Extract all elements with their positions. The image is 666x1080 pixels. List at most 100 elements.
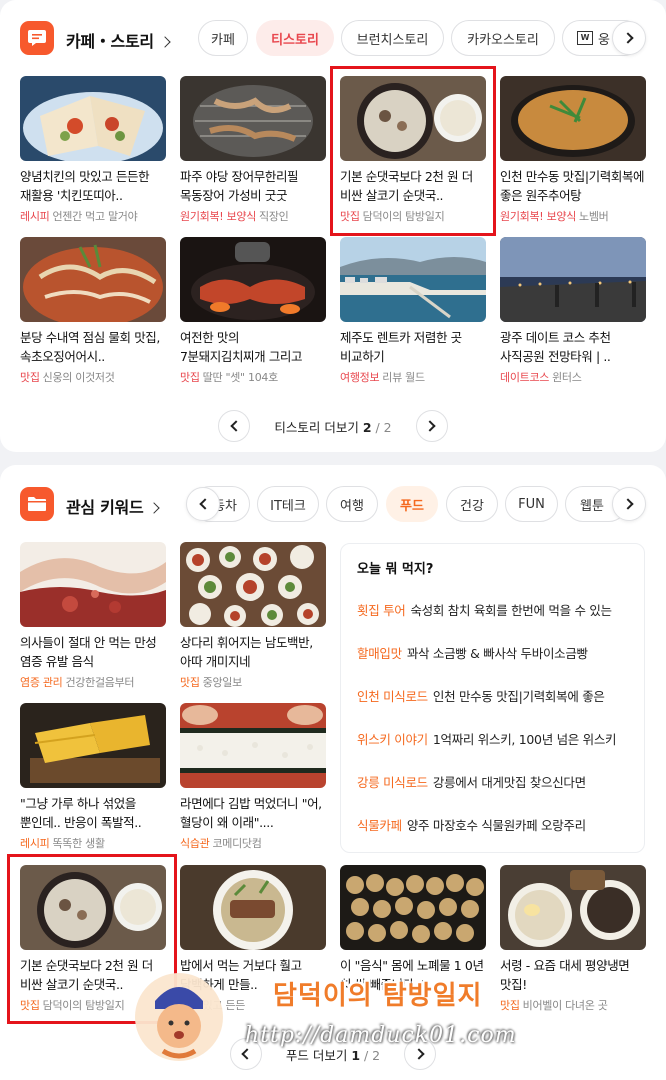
item-category: 식습관 (180, 837, 210, 850)
list-item[interactable]: 라면에다 김밥 먹었더니 "어, 혈당이 왜 이래".... 식습관 코메디닷컴 (180, 703, 326, 851)
item-source: 노벰버 (579, 210, 609, 223)
thumbnail (500, 237, 646, 322)
thumbnail (340, 865, 486, 950)
panel-keyword: 인천 미식로드 (357, 689, 428, 704)
item-category: 레시피 (20, 837, 50, 850)
item-meta: 레시피 언젠간 먹고 말거야 (20, 208, 166, 224)
item-title: 상다리 휘어지는 남도백반, 아따 개미지네 (180, 635, 313, 669)
item-category: 맛집 (180, 676, 200, 689)
panel-text: 숙성회 참치 육회를 한번에 먹을 수 있는 (410, 603, 612, 618)
section-title[interactable]: 카페・스토리 (66, 28, 171, 52)
more-link[interactable]: 티스토리 더보기 2 / 2 (274, 417, 391, 436)
panel-title: 오늘 뭐 먹지? (357, 562, 434, 577)
item-source: 코메디닷컴 (212, 837, 262, 850)
item-source: 리뷰 월드 (382, 371, 425, 384)
tab-cafe[interactable]: 카페 (198, 20, 248, 56)
next-page-button[interactable] (415, 410, 448, 442)
item-source: 딸딴 "셋" 104호 (202, 371, 279, 384)
item-title: 라면에다 김밥 먹었더니 "어, 혈당이 왜 이래".... (180, 796, 322, 830)
panel-row[interactable]: 위스키 이야기 1억짜리 위스키, 100년 넘은 위스키 (357, 729, 632, 748)
tab-kakao-story[interactable]: 카카오스토리 (451, 20, 555, 56)
list-item[interactable]: 상다리 휘어지는 남도백반, 아따 개미지네 맛집 중앙일보 (180, 542, 326, 690)
item-title: 분당 수내역 점심 물회 맛집, 속초오징어어시.. (20, 330, 160, 364)
panel-row[interactable]: 인천 미식로드 인천 만수동 맛집|기력회복에 좋은 (357, 686, 632, 705)
list-item[interactable]: 여전한 맛의 7분돼지김치찌개 그리고 열탄불.. 맛집딸딴 "셋" 104호 (180, 237, 326, 385)
cafe-story-card: 카페・스토리 카페 티스토리 브런치스토리 카카오스토리 W웅 양념치킨의 맛있… (0, 0, 666, 452)
panel-text: 1억짜리 위스키, 100년 넘은 위스키 (432, 732, 617, 747)
item-title: 인천 만수동 맛집|기력회복에 좋은 원주추어탕 (500, 169, 645, 203)
panel-row[interactable]: 횟집 투어 숙성회 참치 육회를 한번에 먹을 수 있는 (357, 600, 632, 619)
chat-bubble-icon (20, 21, 54, 55)
list-item[interactable]: 광주 데이트 코스 추천 사직공원 전망타워 | .. 데이트코스 윈터스 (500, 237, 646, 385)
item-category: 레시피 (20, 210, 50, 223)
list-item[interactable]: 파주 야당 장어무한리필 목동장어 가성비 굿굿 원기회복! 보양식 직장인 (180, 76, 326, 224)
panel-row[interactable]: 할매입맛 꽈삭 소금빵 & 빠사삭 두바이소금빵 (357, 643, 632, 662)
item-title: 양념치킨의 맛있고 든든한 재활용 '치킨또띠아.. (20, 169, 150, 203)
chevron-left-icon (198, 498, 211, 510)
panel-row[interactable]: 강릉 미식로드 강릉에서 대게맛집 찾으신다면 (357, 772, 632, 791)
panel-text: 강릉에서 대게맛집 찾으신다면 (432, 775, 586, 790)
tab-travel[interactable]: 여행 (326, 486, 378, 522)
chevron-right-icon (159, 36, 171, 48)
item-meta: 원기회복! 보양식 직장인 (180, 208, 326, 224)
thumbnail (180, 76, 326, 161)
tabs-next-button[interactable] (612, 487, 646, 521)
panel-keyword: 위스키 이야기 (357, 732, 428, 747)
thumbnail (20, 542, 166, 627)
thumbnail (20, 76, 166, 161)
item-title: 의사들이 절대 안 먹는 만성 염증 유발 음식 (20, 635, 157, 669)
panel-text: 꽈삭 소금빵 & 빠사삭 두바이소금빵 (406, 646, 588, 661)
tab-it-tech[interactable]: IT테크 (257, 486, 319, 522)
character-avatar-icon (135, 973, 223, 1061)
panel-keyword: 강릉 미식로드 (357, 775, 428, 790)
panel-keyword: 횟집 투어 (357, 603, 406, 618)
item-meta: 여행정보 리뷰 월드 (340, 369, 486, 385)
section-title[interactable]: 관심 키워드 (66, 494, 161, 518)
item-source: 비어벨이 다녀온 곳 (522, 999, 608, 1012)
panel-row[interactable]: 식물카페 양주 마장호수 식물원카페 오랑주리 (357, 815, 632, 834)
chevron-right-icon (621, 498, 634, 510)
item-title: "그냥 가루 하나 섞었을 뿐인데.. 반응이 폭발적.. (20, 796, 142, 830)
chevron-right-icon (148, 502, 161, 514)
thumbnail (20, 237, 166, 322)
panel-text: 양주 마장호수 식물원카페 오랑주리 (406, 818, 586, 833)
thumbnail (180, 703, 326, 788)
tab-fun[interactable]: FUN (505, 486, 558, 522)
panel-keyword: 할매입맛 (357, 646, 402, 661)
tab-health[interactable]: 건강 (446, 486, 498, 522)
item-title: 광주 데이트 코스 추천 사직공원 전망타워 | .. (500, 330, 611, 364)
item-category: 맛집 (180, 371, 200, 384)
tab-brunch-story[interactable]: 브런치스토리 (341, 20, 444, 56)
item-meta: 맛집 신웅의 이것저것 (20, 369, 166, 385)
item-source: 언젠간 먹고 말거야 (52, 210, 138, 223)
list-item[interactable]: 인천 만수동 맛집|기력회복에 좋은 원주추어탕 원기회복! 보양식 노벰버 (500, 76, 646, 224)
tabs-prev-button[interactable] (186, 487, 220, 521)
tab-food[interactable]: 푸드 (386, 486, 438, 522)
item-category: 데이트코스 (500, 371, 550, 384)
list-item[interactable]: 제주도 렌트카 저렴한 곳 비교하기 여행정보 리뷰 월드 (340, 237, 486, 385)
item-source: 윈터스 (552, 371, 582, 384)
item-meta: 레시피 똑똑한 생활 (20, 835, 166, 851)
item-title: 여전한 맛의 7분돼지김치찌개 그리고 열탄불.. (180, 330, 303, 364)
list-item[interactable]: 양념치킨의 맛있고 든든한 재활용 '치킨또띠아.. 레시피 언젠간 먹고 말거야 (20, 76, 166, 224)
list-item[interactable]: 의사들이 절대 안 먹는 만성 염증 유발 음식 염증 관리 건강한걸음부터 (20, 542, 166, 690)
tab-tistory[interactable]: 티스토리 (256, 20, 334, 56)
today-menu-panel: 오늘 뭐 먹지? 횟집 투어 숙성회 참치 육회를 한번에 먹을 수 있는 할매입… (340, 543, 645, 853)
tabs-next-button[interactable] (612, 21, 646, 55)
item-meta: 염증 관리 건강한걸음부터 (20, 674, 166, 690)
list-item[interactable]: "그냥 가루 하나 섞었을 뿐인데.. 반응이 폭발적.. 레시피 똑똑한 생활 (20, 703, 166, 851)
thumbnail (180, 542, 326, 627)
item-meta: 맛집 중앙일보 (180, 674, 326, 690)
item-source: 중앙일보 (202, 676, 243, 689)
item-source: 똑똑한 생활 (52, 837, 105, 850)
thumbnail (180, 237, 326, 322)
highlight-box (330, 66, 496, 236)
thumbnail (500, 76, 646, 161)
item-category: 원기회복! 보양식 (500, 210, 577, 223)
item-category: 여행정보 (340, 371, 380, 384)
pagination: 티스토리 더보기 2 / 2 (0, 409, 666, 443)
item-meta: 맛집 딸딴 "셋" 104호 (180, 369, 326, 385)
thumbnail (180, 865, 326, 950)
prev-page-button[interactable] (218, 410, 251, 442)
list-item[interactable]: 분당 수내역 점심 물회 맛집, 속초오징어어시.. 맛집 신웅의 이것저것 (20, 237, 166, 385)
